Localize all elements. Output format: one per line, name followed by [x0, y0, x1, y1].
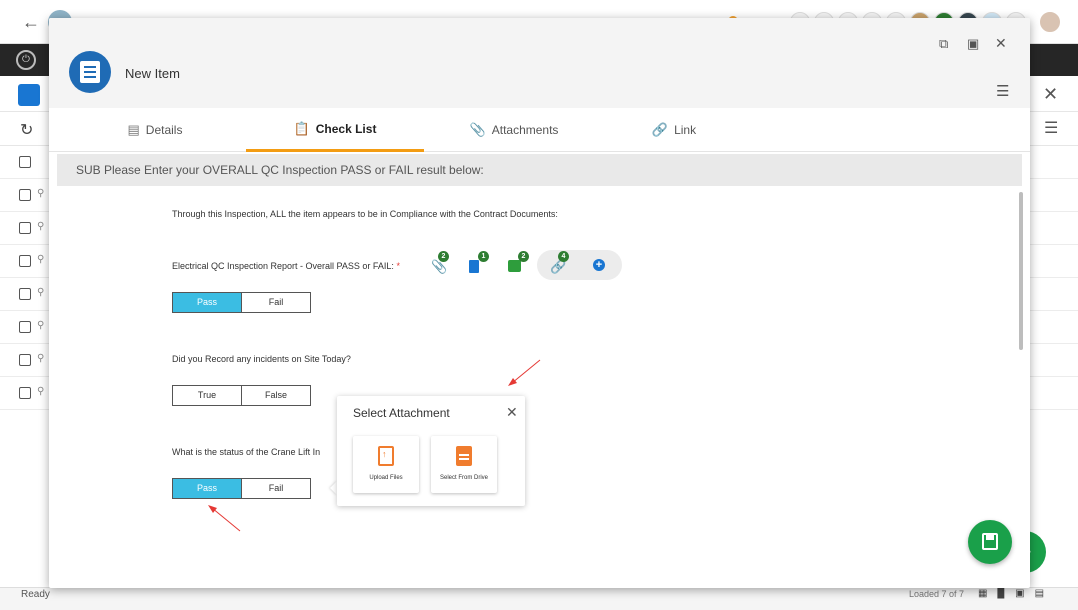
select-from-drive-label: Select From Drive: [439, 475, 488, 481]
tab-link[interactable]: 🔗 Link: [585, 108, 763, 152]
tab-label: Check List: [315, 121, 377, 136]
location-pin-icon: ⚲: [37, 254, 45, 265]
location-pin-icon: ⚲: [37, 353, 45, 364]
document-count-icon[interactable]: [469, 260, 479, 273]
upload-files-button[interactable]: ↑ Upload Files: [353, 436, 419, 493]
upload-files-label: Upload Files: [369, 475, 403, 481]
row-checkbox[interactable]: [19, 189, 31, 201]
fail-option[interactable]: Fail: [241, 479, 310, 498]
panel-close-icon[interactable]: ✕: [1043, 84, 1058, 105]
map-view-icon[interactable]: ▣: [1015, 588, 1024, 599]
crane-pass-fail-toggle: Pass Fail: [172, 478, 311, 499]
content-scrollbar[interactable]: [1019, 192, 1023, 350]
tab-label: Link: [674, 123, 697, 137]
tab-label: Attachments: [491, 123, 559, 137]
annotation-arrow: [508, 359, 541, 386]
incidents-true-false-toggle: True False: [172, 385, 311, 406]
grid-view-icon[interactable]: ▦: [978, 588, 987, 599]
question-text: Electrical QC Inspection Report - Overal…: [172, 261, 394, 271]
close-icon[interactable]: ✕: [995, 35, 1007, 52]
open-external-icon[interactable]: ⧉: [939, 36, 948, 52]
tab-label: Details: [145, 123, 183, 137]
tab-attachments[interactable]: 📎 Attachments: [425, 108, 603, 152]
pass-option[interactable]: Pass: [173, 293, 241, 312]
loaded-count-text: Loaded 7 of 7: [909, 589, 965, 599]
row-checkbox[interactable]: [19, 255, 31, 267]
link-icon: 🔗: [651, 122, 669, 137]
overall-pass-fail-toggle: Pass Fail: [172, 292, 311, 313]
drive-file-icon: [456, 446, 472, 466]
refresh-icon[interactable]: ↻: [20, 120, 33, 140]
hamburger-menu-icon[interactable]: ☰: [996, 82, 1009, 100]
panel-menu-icon[interactable]: ☰: [1044, 118, 1058, 138]
location-pin-icon: ⚲: [37, 287, 45, 298]
checklist-icon: 📋: [293, 120, 310, 136]
row-checkbox[interactable]: [19, 321, 31, 333]
question-crane-lift: What is the status of the Crane Lift In: [172, 447, 321, 457]
modal-title: New Item: [125, 66, 180, 81]
comment-count-icon[interactable]: [508, 260, 521, 272]
attachment-count-badge: 2: [438, 251, 449, 262]
false-option[interactable]: False: [241, 386, 310, 405]
document-count-badge: 1: [478, 251, 489, 262]
select-from-drive-button[interactable]: Select From Drive: [431, 436, 497, 493]
link-count-badge: 4: [558, 251, 569, 262]
details-icon: ▤: [127, 122, 140, 137]
comment-count-badge: 2: [518, 251, 529, 262]
section-header: SUB Please Enter your OVERALL QC Inspect…: [57, 154, 1022, 186]
popup-title: Select Attachment: [353, 406, 450, 420]
upload-file-icon: ↑: [378, 446, 394, 466]
save-button[interactable]: [968, 520, 1012, 564]
popup-close-icon[interactable]: ✕: [506, 404, 518, 421]
maximize-icon[interactable]: ▣: [967, 36, 979, 52]
location-pin-icon: ⚲: [37, 188, 45, 199]
location-pin-icon: ⚲: [37, 386, 45, 397]
new-item-modal: New Item ⧉ ▣ ✕ ☰ ▤ Details 📋 Check List …: [49, 18, 1030, 588]
status-icons: ▦ ▉ ▣ ▤: [978, 588, 1044, 599]
row-checkbox[interactable]: [19, 387, 31, 399]
status-ready-text: Ready: [21, 589, 50, 600]
checklist-logo-icon: [69, 51, 111, 93]
tab-details[interactable]: ▤ Details: [66, 108, 244, 152]
pass-option[interactable]: Pass: [173, 479, 241, 498]
location-pin-icon: ⚲: [37, 221, 45, 232]
location-pin-icon: ⚲: [37, 320, 45, 331]
paperclip-icon: 📎: [469, 122, 486, 137]
question-electrical-qc: Electrical QC Inspection Report - Overal…: [172, 261, 400, 271]
row-checkbox[interactable]: [19, 222, 31, 234]
back-arrow-icon[interactable]: ←: [22, 12, 40, 33]
row-checkbox[interactable]: [19, 288, 31, 300]
list-view-icon[interactable]: ▤: [1035, 588, 1044, 599]
panel-app-icon[interactable]: [18, 84, 40, 106]
annotation-arrow: [208, 505, 241, 532]
required-mark: *: [396, 261, 400, 271]
chart-view-icon[interactable]: ▉: [997, 588, 1005, 599]
row-checkbox[interactable]: [19, 156, 31, 168]
user-avatar[interactable]: [1038, 10, 1062, 34]
popup-pointer: [330, 481, 337, 495]
question-incidents: Did you Record any incidents on Site Tod…: [172, 354, 351, 364]
modal-tabs: ▤ Details 📋 Check List 📎 Attachments 🔗 L…: [49, 108, 1030, 152]
true-option[interactable]: True: [173, 386, 241, 405]
modal-header: New Item ⧉ ▣ ✕ ☰: [49, 18, 1030, 108]
add-link-icon[interactable]: +: [593, 259, 605, 271]
question-compliance: Through this Inspection, ALL the item ap…: [172, 209, 558, 219]
tab-checklist[interactable]: 📋 Check List: [246, 108, 424, 152]
select-attachment-popup: Select Attachment ✕ ↑ Upload Files Selec…: [337, 396, 525, 506]
power-icon[interactable]: ⏻: [16, 50, 36, 70]
fail-option[interactable]: Fail: [241, 293, 310, 312]
row-checkbox[interactable]: [19, 354, 31, 366]
